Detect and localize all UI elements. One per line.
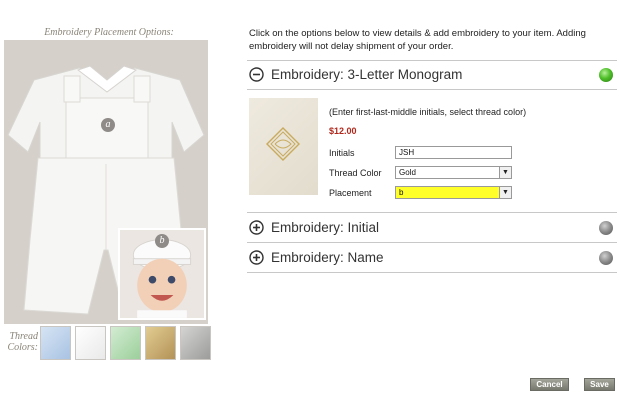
cancel-button[interactable]: Cancel <box>530 378 569 391</box>
collapse-minus-icon[interactable] <box>249 67 264 82</box>
placement-marker-a: a <box>101 118 115 132</box>
section-name-divider-bottom <box>247 272 617 273</box>
monogram-price: $12.00 <box>329 126 357 136</box>
intro-text: Click on the options below to view detai… <box>249 28 586 52</box>
placement-marker-b: b <box>155 234 169 248</box>
swatch-gold[interactable] <box>145 326 176 360</box>
unselected-status-icon <box>599 221 613 235</box>
swatch-silver[interactable] <box>180 326 211 360</box>
thread-swatch-list <box>40 326 211 360</box>
swatch-white[interactable] <box>75 326 106 360</box>
baby-cap-photo: b <box>118 228 206 320</box>
chevron-down-icon[interactable]: ▼ <box>499 167 511 178</box>
section-monogram-header[interactable]: Embroidery: 3-Letter Monogram <box>247 61 617 89</box>
thread-color-label: Thread Color <box>329 168 382 178</box>
section-monogram-divider-bottom <box>247 89 617 90</box>
thread-color-select[interactable]: Gold ▼ <box>395 166 512 179</box>
placement-options-title: Embroidery Placement Options: <box>44 27 174 38</box>
thread-colors-label: Thread Colors: <box>7 331 38 353</box>
section-initial-divider <box>247 212 617 213</box>
monogram-preview-image <box>249 98 318 195</box>
placement-select[interactable]: b ▼ <box>395 186 512 199</box>
selected-status-icon <box>599 68 613 82</box>
placement-value: b <box>399 188 404 197</box>
monogram-instructions: (Enter first-last-middle initials, selec… <box>329 107 527 117</box>
expand-plus-icon[interactable] <box>249 220 264 235</box>
save-button[interactable]: Save <box>584 378 615 391</box>
monogram-emblem <box>266 127 300 161</box>
section-name-divider <box>247 242 617 243</box>
placement-label: Placement <box>329 188 372 198</box>
section-monogram-title: Embroidery: 3-Letter Monogram <box>271 67 463 82</box>
initials-label: Initials <box>329 148 355 158</box>
swatch-light-blue[interactable] <box>40 326 71 360</box>
section-initial-header[interactable]: Embroidery: Initial <box>247 214 617 242</box>
unselected-status-icon <box>599 251 613 265</box>
swatch-mint-green[interactable] <box>110 326 141 360</box>
product-image: a b <box>4 40 208 324</box>
section-name-title: Embroidery: Name <box>271 250 384 265</box>
thread-color-value: Gold <box>399 168 416 177</box>
expand-plus-icon[interactable] <box>249 250 264 265</box>
chevron-down-icon[interactable]: ▼ <box>499 187 511 198</box>
section-initial-title: Embroidery: Initial <box>271 220 380 235</box>
section-name-header[interactable]: Embroidery: Name <box>247 244 617 272</box>
initials-input[interactable]: JSH <box>395 146 512 159</box>
